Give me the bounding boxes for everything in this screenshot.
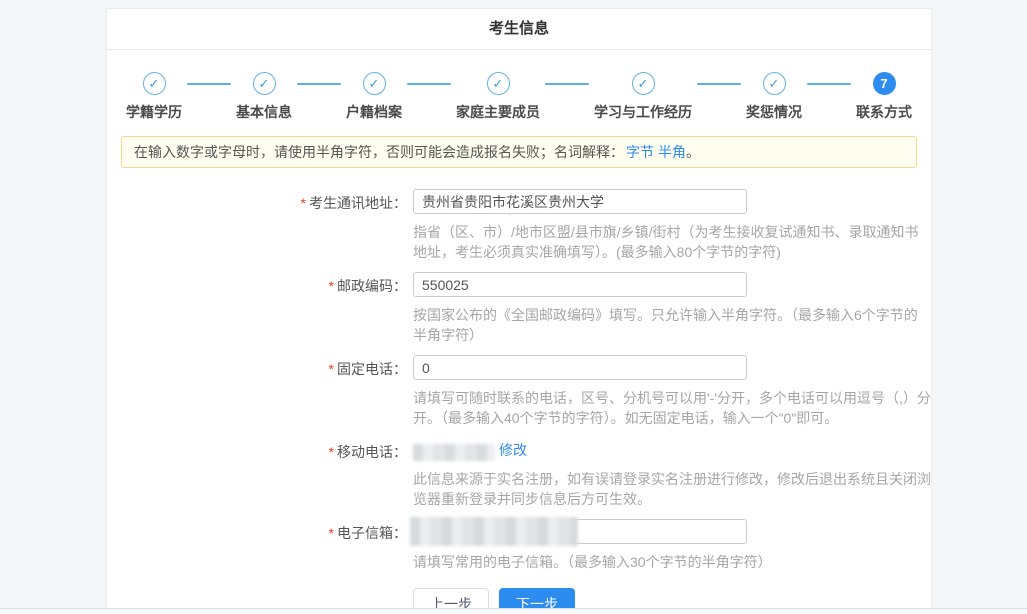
step-label: 学习与工作经历 [594,102,692,122]
modify-mobile-link[interactable]: 修改 [499,442,527,458]
check-icon: ✓ [143,72,166,95]
page-title: 考生信息 [489,20,549,37]
form-field-row: *邮政编码： 按国家公布的《全国邮政编码》填写。只允许输入半角字符。（最多输入6… [107,272,931,345]
field-label: *电子信箱： [107,519,407,572]
footer-divider [0,608,1027,614]
step-label: 联系方式 [856,102,912,122]
field-label: *固定电话： [107,355,407,428]
field-label: *移动电话： [107,438,407,509]
form-field-row: *固定电话： 请填写可随时联系的电话，区号、分机号可以用'-'分开，多个电话可以… [107,355,931,428]
notice-suffix: 。 [686,144,700,160]
step-connector [187,83,231,85]
field-help-text: 此信息来源于实名注册，如有误请登录实名注册进行修改，修改后退出系统且关闭浏览器重… [413,469,931,509]
address-input[interactable] [413,189,747,214]
step-label: 奖惩情况 [746,102,802,122]
step-connector [297,83,341,85]
notice-bar: 在输入数字或字母时，请使用半角字符，否则可能会造成报名失败；名词解释：字节半角。 [121,136,917,168]
field-label: *考生通讯地址： [107,189,407,262]
stepper-step[interactable]: 7 联系方式 [856,72,912,122]
form-field-row: *考生通讯地址： 指省（区、市）/地市区盟/县市旗/乡镇/街村（为考生接收复试通… [107,189,931,262]
stepper: ✓ 学籍学历 ✓ 基本信息 ✓ 户籍档案 ✓ 家庭主要成员 ✓ 学习与工作经历 … [107,50,931,134]
contact-form: *考生通讯地址： 指省（区、市）/地市区盟/县市旗/乡镇/街村（为考生接收复试通… [107,189,931,572]
landline-input[interactable] [413,355,747,380]
email-redacted-value [410,517,578,546]
check-icon: ✓ [253,72,276,95]
form-field-row: *电子信箱： 请填写常用的电子信箱。（最多输入30个字节的半角字符） [107,519,931,572]
stepper-step[interactable]: ✓ 奖惩情况 [746,72,802,122]
candidate-info-card: 考生信息 ✓ 学籍学历 ✓ 基本信息 ✓ 户籍档案 ✓ 家庭主要成员 ✓ 学习与… [106,8,932,614]
field-help-text: 指省（区、市）/地市区盟/县市旗/乡镇/街村（为考生接收复试通知书、录取通知书地… [413,222,931,262]
field-help-text: 请填写常用的电子信箱。（最多输入30个字节的半角字符） [413,552,772,572]
byte-definition-link[interactable]: 字节 [626,144,654,160]
step-label: 学籍学历 [126,102,182,122]
check-icon: ✓ [487,72,510,95]
stepper-step[interactable]: ✓ 家庭主要成员 [456,72,540,122]
step-connector [697,83,741,85]
form-field-row: *移动电话： 修改 此信息来源于实名注册，如有误请登录实名注册进行修改，修改后退… [107,438,931,509]
field-help-text: 按国家公布的《全国邮政编码》填写。只允许输入半角字符。（最多输入6个字节的半角字… [413,305,931,345]
required-asterisk: * [329,525,334,541]
required-asterisk: * [301,195,306,211]
stepper-step[interactable]: ✓ 学习与工作经历 [594,72,692,122]
postcode-input[interactable] [413,272,747,297]
step-label: 户籍档案 [346,102,402,122]
stepper-step[interactable]: ✓ 户籍档案 [346,72,402,122]
stepper-step[interactable]: ✓ 学籍学历 [126,72,182,122]
required-asterisk: * [329,444,334,460]
card-header: 考生信息 [107,9,931,50]
field-help-text: 请填写可随时联系的电话，区号、分机号可以用'-'分开，多个电话可以用逗号（,）分… [413,388,931,428]
notice-text: 在输入数字或字母时，请使用半角字符，否则可能会造成报名失败；名词解释： [134,144,624,160]
step-connector [807,83,851,85]
check-icon: ✓ [363,72,386,95]
check-icon: ✓ [763,72,786,95]
step-label: 基本信息 [236,102,292,122]
check-icon: ✓ [632,72,655,95]
active-step-number: 7 [873,72,896,95]
required-asterisk: * [329,278,334,294]
required-asterisk: * [329,361,334,377]
mobile-redacted-value [413,444,495,461]
step-label: 家庭主要成员 [456,102,540,122]
halfwidth-definition-link[interactable]: 半角 [658,144,686,160]
step-connector [407,83,451,85]
step-connector [545,83,589,85]
field-label: *邮政编码： [107,272,407,345]
stepper-step[interactable]: ✓ 基本信息 [236,72,292,122]
